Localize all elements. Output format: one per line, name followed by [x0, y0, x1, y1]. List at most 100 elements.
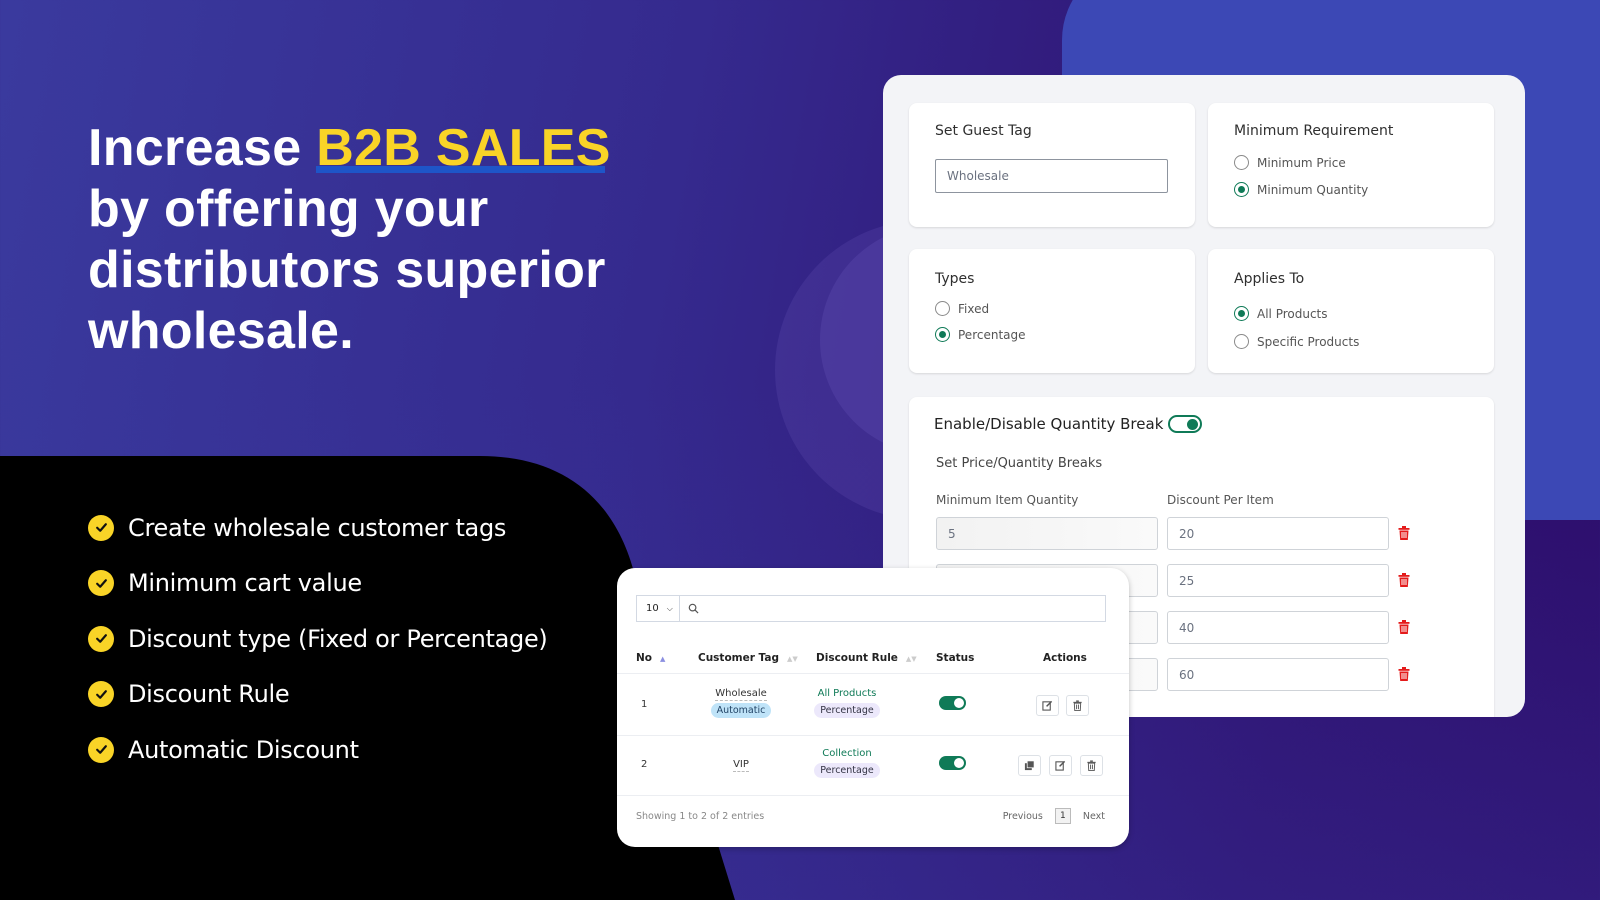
- quantity-break-label: Enable/Disable Quantity Break: [934, 415, 1164, 433]
- pagination: Previous 1 Next: [1003, 808, 1105, 824]
- table-info: Showing 1 to 2 of 2 entries: [636, 811, 765, 822]
- headline-line: wholesale.: [88, 302, 354, 360]
- trash-icon: [1087, 760, 1096, 771]
- types-card: Types Fixed Percentage: [909, 249, 1195, 373]
- headline-prefix: Increase: [88, 119, 317, 177]
- guest-tag-title: Set Guest Tag: [935, 123, 1032, 139]
- customer-tag-cell: VIP: [687, 759, 795, 772]
- radio-fixed[interactable]: Fixed: [935, 301, 989, 316]
- edit-button[interactable]: [1036, 695, 1059, 716]
- delete-row-icon[interactable]: [1398, 620, 1410, 634]
- feature-text: Minimum cart value: [128, 569, 362, 598]
- automatic-badge: Automatic: [710, 703, 772, 718]
- minimum-requirement-card: Minimum Requirement Minimum Price Minimu…: [1208, 103, 1494, 227]
- radio-label: Minimum Quantity: [1257, 182, 1369, 197]
- column-header-customer-tag[interactable]: Customer Tag ▲▼: [698, 652, 798, 664]
- discount-column-label: Discount Per Item: [1167, 493, 1274, 507]
- previous-page-button[interactable]: Previous: [1003, 811, 1043, 822]
- page-size-select[interactable]: 10 ⌵: [637, 596, 680, 621]
- status-toggle[interactable]: [939, 696, 966, 710]
- guest-tag-input[interactable]: Wholesale: [935, 159, 1168, 193]
- radio-button[interactable]: [935, 327, 950, 342]
- radio-minimum-quantity[interactable]: Minimum Quantity: [1234, 182, 1368, 197]
- headline-highlight: B2B SALES: [316, 119, 611, 177]
- column-header-no[interactable]: No ▲: [636, 652, 665, 664]
- delete-row-icon[interactable]: [1398, 526, 1410, 540]
- check-circle-icon: [88, 736, 114, 763]
- radio-label: All Products: [1257, 306, 1328, 321]
- duplicate-button[interactable]: [1018, 755, 1041, 776]
- edit-icon: [1055, 760, 1066, 771]
- copy-icon: [1024, 760, 1035, 771]
- radio-label: Fixed: [958, 301, 990, 316]
- min-qty-column-label: Minimum Item Quantity: [936, 493, 1079, 507]
- page-size-value: 10: [646, 603, 659, 614]
- column-header-status: Status: [936, 652, 975, 664]
- min-qty-input[interactable]: 5: [936, 517, 1158, 550]
- quantity-break-toggle[interactable]: [1168, 415, 1202, 433]
- column-header-discount-rule[interactable]: Discount Rule ▲▼: [816, 652, 917, 664]
- customer-tag-name[interactable]: VIP: [733, 759, 749, 772]
- applies-to-card: Applies To All Products Specific Product…: [1208, 249, 1494, 373]
- column-label: No: [636, 652, 653, 664]
- delete-button[interactable]: [1066, 695, 1089, 716]
- sort-icon: ▲▼: [905, 655, 917, 663]
- discount-input[interactable]: 40: [1167, 611, 1389, 644]
- radio-button[interactable]: [1234, 334, 1249, 349]
- table-header: No ▲ Customer Tag ▲▼ Discount Rule ▲▼ Statu…: [617, 652, 1129, 674]
- discount-rule-name: All Products: [817, 688, 877, 699]
- guest-tag-card: Set Guest Tag Wholesale: [909, 103, 1195, 227]
- discount-input[interactable]: 20: [1167, 517, 1389, 550]
- radio-label: Percentage: [958, 327, 1026, 342]
- feature-item: Automatic Discount: [88, 722, 547, 778]
- radio-all-products[interactable]: All Products: [1234, 306, 1328, 321]
- check-circle-icon: [88, 681, 114, 708]
- radio-label: Minimum Price: [1257, 155, 1346, 170]
- delete-button[interactable]: [1080, 755, 1103, 776]
- headline: Increase B2B SALES by offering your dist…: [88, 118, 708, 362]
- radio-specific-products[interactable]: Specific Products: [1234, 334, 1359, 349]
- feature-item: Discount Rule: [88, 667, 547, 723]
- radio-button[interactable]: [1234, 182, 1249, 197]
- feature-item: Minimum cart value: [88, 556, 547, 612]
- discount-input[interactable]: 60: [1167, 658, 1389, 691]
- check-circle-icon: [88, 570, 114, 597]
- discount-input[interactable]: 25: [1167, 564, 1389, 597]
- table-toolbar: 10 ⌵: [636, 595, 1106, 622]
- sort-asc-icon: ▲: [660, 655, 666, 663]
- search-icon: [688, 603, 699, 614]
- delete-row-icon[interactable]: [1398, 573, 1410, 587]
- radio-button[interactable]: [1234, 306, 1249, 321]
- feature-list: Create wholesale customer tags Minimum c…: [88, 500, 548, 778]
- types-title: Types: [935, 271, 975, 287]
- headline-line: distributors superior: [88, 241, 606, 299]
- radio-minimum-price[interactable]: Minimum Price: [1234, 155, 1346, 170]
- status-toggle[interactable]: [939, 756, 966, 770]
- discount-type-badge: Percentage: [814, 763, 880, 778]
- next-page-button[interactable]: Next: [1083, 811, 1105, 822]
- discount-rule-cell: All Products Percentage: [797, 688, 897, 718]
- edit-button[interactable]: [1049, 755, 1072, 776]
- page-1-button[interactable]: 1: [1054, 808, 1071, 824]
- feature-item: Create wholesale customer tags: [88, 500, 547, 556]
- discount-rule-cell: Collection Percentage: [797, 748, 897, 778]
- discount-table-panel: 10 ⌵ No ▲ Customer Tag ▲▼ Discount Rule ▲▼ S…: [617, 568, 1129, 847]
- row-number: 1: [641, 699, 648, 710]
- search-input[interactable]: [699, 596, 1105, 621]
- customer-tag-cell: Wholesale Automatic: [687, 688, 795, 718]
- trash-icon: [1073, 700, 1082, 711]
- radio-button[interactable]: [935, 301, 950, 316]
- chevron-down-icon: ⌵: [666, 603, 673, 613]
- feature-text: Discount Rule: [128, 680, 290, 709]
- customer-tag-name[interactable]: Wholesale: [715, 688, 767, 701]
- column-label: Discount Rule: [816, 652, 898, 664]
- delete-row-icon[interactable]: [1398, 667, 1410, 681]
- feature-text: Discount type (Fixed or Percentage): [128, 624, 548, 653]
- headline-line: by offering your: [88, 180, 489, 238]
- sort-icon: ▲▼: [786, 655, 798, 663]
- column-header-actions: Actions: [1043, 652, 1087, 664]
- radio-button[interactable]: [1234, 155, 1249, 170]
- table-row: 2 VIP Collection Percentage: [617, 736, 1129, 796]
- radio-percentage[interactable]: Percentage: [935, 327, 1026, 342]
- minimum-requirement-title: Minimum Requirement: [1234, 123, 1394, 139]
